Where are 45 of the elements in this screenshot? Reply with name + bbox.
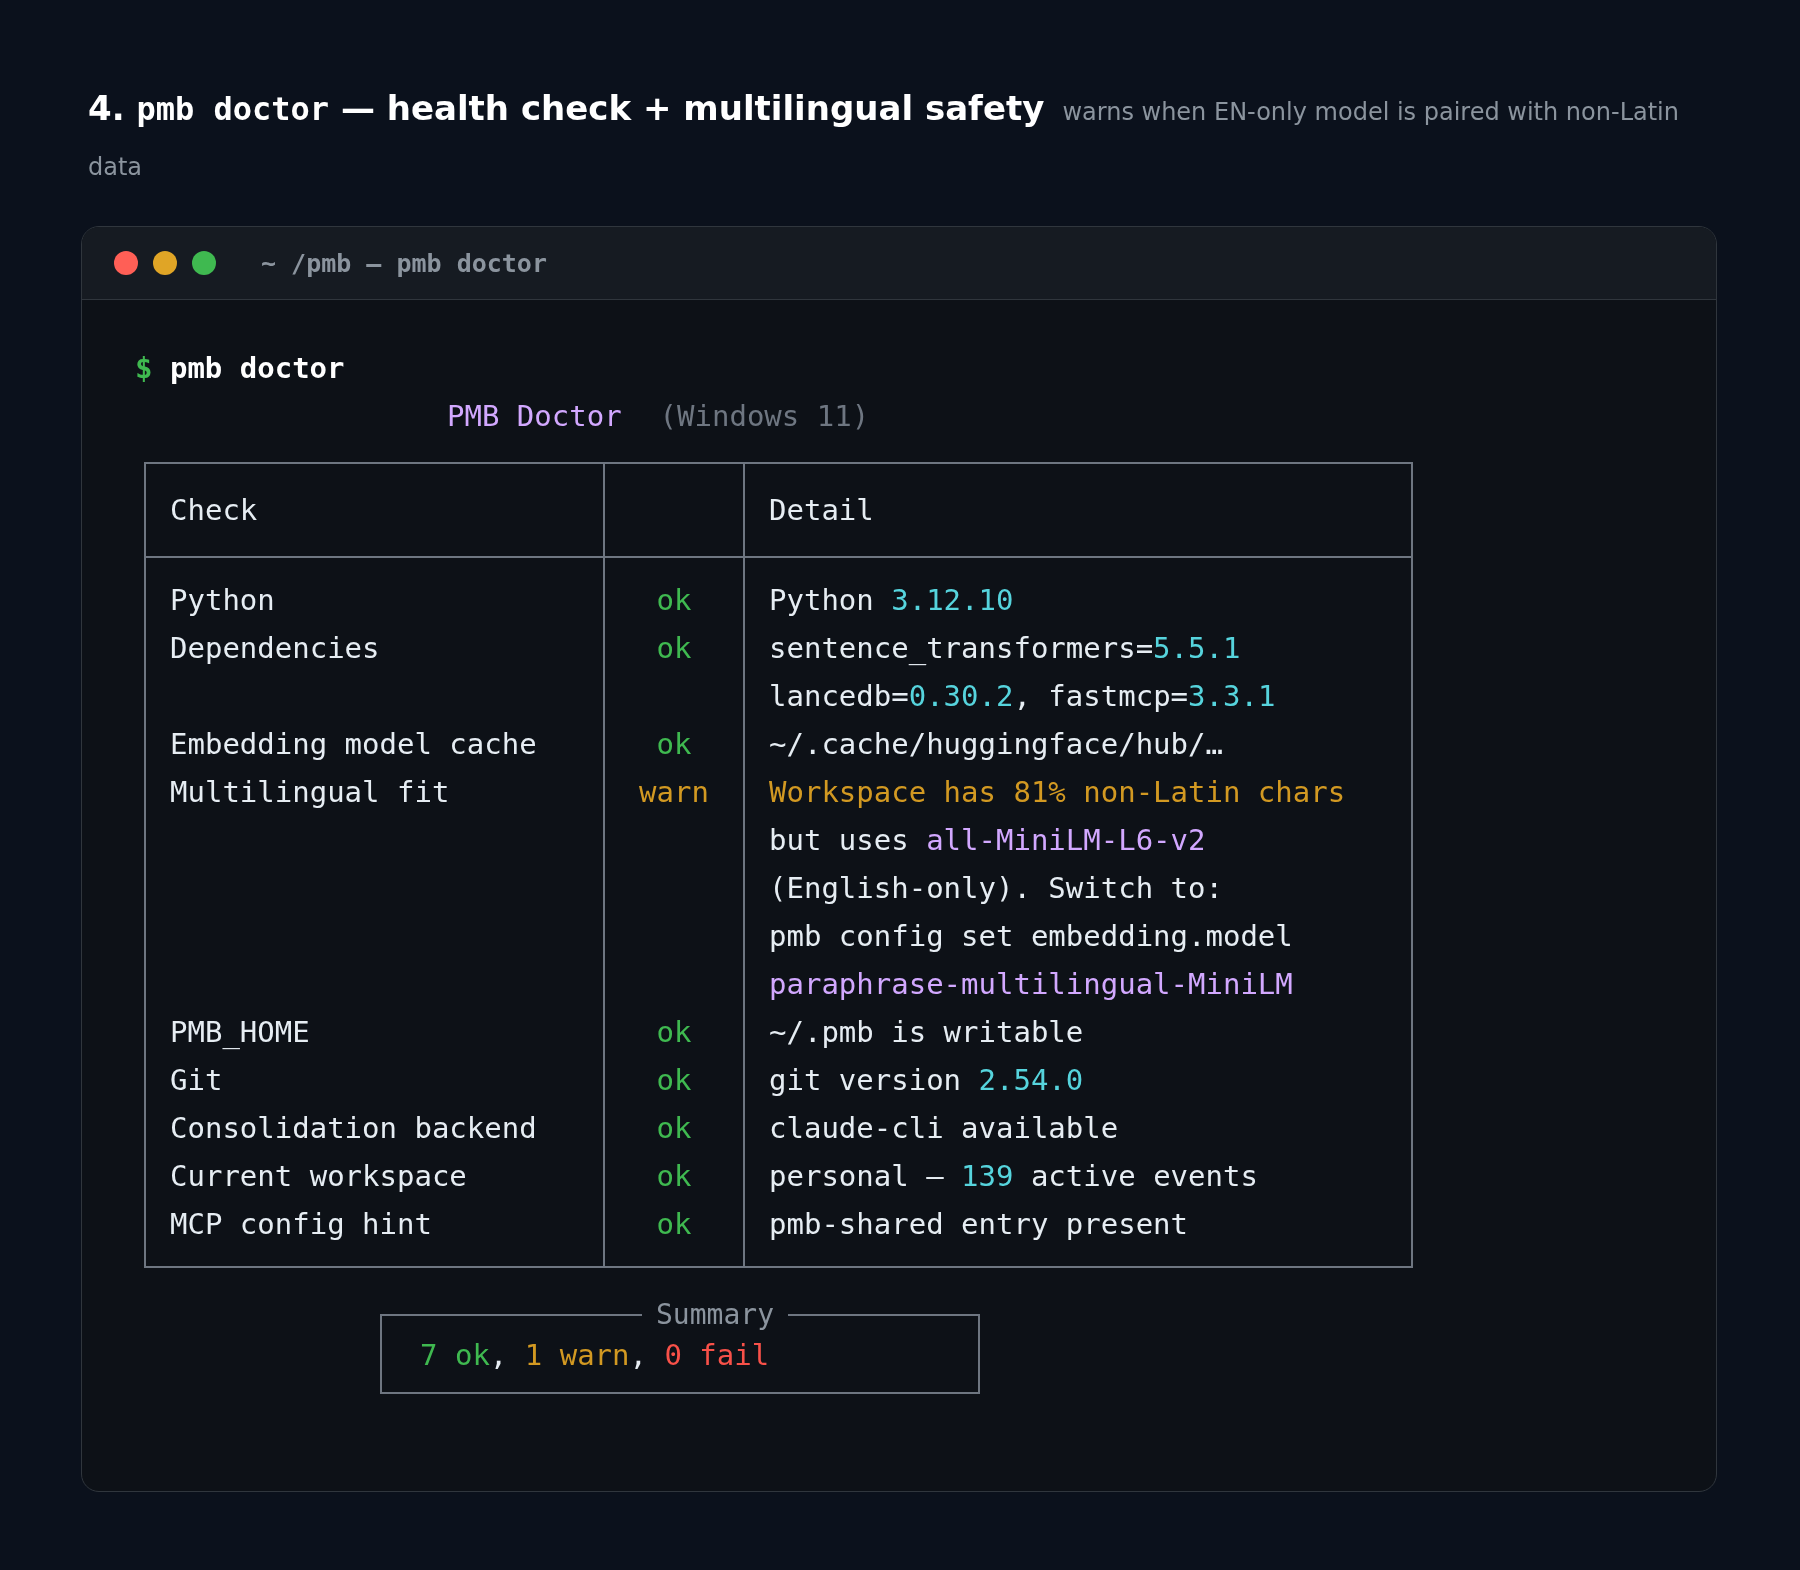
column-header: Check [170, 493, 258, 527]
check-name: Current workspace [170, 1159, 467, 1193]
detail-text: Workspace has 81% non-Latin chars [769, 775, 1346, 809]
minimize-icon[interactable] [153, 251, 177, 275]
check-name: MCP config hint [170, 1207, 432, 1241]
status-text: ok [656, 1111, 692, 1145]
detail-text: sentence_transformers=5.5.1 [769, 631, 1241, 665]
check-name: Embedding model cache [170, 727, 537, 761]
prompt-symbol: $ [135, 351, 153, 385]
window-title: ~ /pmb — pmb doctor [261, 248, 547, 278]
report-title: PMB Doctor [447, 399, 622, 433]
detail-text: Python 3.12.10 [769, 583, 1014, 617]
detail-text: paraphrase-multilingual-MiniLM [769, 967, 1293, 1001]
status-text: ok [656, 631, 692, 665]
check-name: Dependencies [170, 631, 380, 665]
check-name: Consolidation backend [170, 1111, 537, 1145]
status-text: ok [656, 583, 692, 617]
status-text: ok [656, 727, 692, 761]
close-icon[interactable] [114, 251, 138, 275]
check-name: Python [170, 583, 275, 617]
status-text: ok [656, 1015, 692, 1049]
detail-text: but uses all-MiniLM-L6-v2 [769, 823, 1206, 857]
column-header: Detail [769, 493, 874, 527]
detail-text: claude-cli available [769, 1111, 1119, 1145]
command-text: pmb doctor [169, 351, 345, 385]
check-name: Multilingual fit [170, 775, 450, 809]
detail-text: (English-only). Switch to: [769, 871, 1223, 905]
summary-title: Summary [655, 1298, 775, 1331]
status-text: ok [656, 1159, 692, 1193]
status-text: ok [656, 1063, 692, 1097]
check-name: Git [170, 1063, 223, 1097]
detail-text: pmb config set embedding.model [769, 919, 1293, 953]
summary-text: 7 ok, 1 warn, 0 fail [420, 1338, 770, 1372]
detail-text: personal — 139 active events [769, 1159, 1258, 1193]
status-text: ok [656, 1207, 692, 1241]
check-name: PMB_HOME [170, 1015, 310, 1049]
detail-text: git version 2.54.0 [769, 1063, 1084, 1097]
status-text: warn [639, 775, 709, 809]
detail-text: ~/.cache/huggingface/hub/… [769, 727, 1223, 761]
detail-text: pmb-shared entry present [769, 1207, 1189, 1241]
maximize-icon[interactable] [192, 251, 216, 275]
platform-label: (Windows 11) [659, 399, 870, 433]
detail-text: lancedb=0.30.2, fastmcp=3.3.1 [769, 679, 1276, 713]
detail-text: ~/.pmb is writable [769, 1015, 1084, 1049]
section-heading: 4. pmb doctor — health check + multilingual safety warns when EN-only model is paired with non-Latin data [88, 87, 1680, 183]
